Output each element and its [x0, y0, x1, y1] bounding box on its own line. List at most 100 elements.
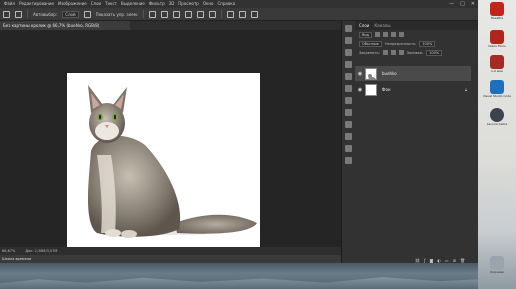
filter-pixel-icon[interactable]: [375, 32, 381, 37]
layer-mask-icon[interactable]: ◙: [430, 258, 434, 263]
menu-file[interactable]: Файл: [4, 0, 15, 8]
workspace: [0, 30, 341, 266]
desktop-icon[interactable]: Hexafire: [487, 2, 507, 30]
layers-panel: Слои Каналы Вид Обычные Непрозрачность: …: [355, 21, 478, 263]
adjustments-icon[interactable]: [345, 49, 352, 56]
desktop-icon[interactable]: Visual Studio Code: [483, 80, 511, 108]
desktop-icons-column: Hexafire Oledo Films 1-0 мин Visual Stud…: [478, 0, 516, 289]
character-icon[interactable]: [345, 85, 352, 92]
desktop-icon[interactable]: Lacuna Aloha: [487, 108, 507, 136]
options-bar: Автовыбор: Слой Показать упр. элем.: [0, 8, 478, 21]
opacity-label: Непрозрачность:: [384, 41, 417, 46]
layer-row[interactable]: ◉ buehko: [355, 66, 471, 81]
lock-pixels-icon[interactable]: [382, 50, 388, 55]
lock-label: Закрепить:: [359, 50, 380, 55]
menu-edit[interactable]: Редактирование: [19, 0, 54, 8]
status-bar: 66,67% Док: 2,36M/3,07M: [0, 247, 341, 255]
autoselect-dropdown[interactable]: Слой: [62, 10, 79, 18]
kind-filter-dropdown[interactable]: Вид: [359, 31, 373, 38]
transform-checkbox[interactable]: [83, 10, 91, 18]
properties-icon[interactable]: [345, 37, 352, 44]
blend-mode-dropdown[interactable]: Обычные: [359, 40, 382, 47]
timeline-panel-tab[interactable]: Шкала времени: [0, 255, 341, 263]
lock-all-icon[interactable]: [398, 50, 404, 55]
vscode-icon: [490, 80, 504, 94]
menu-window[interactable]: Окно: [203, 0, 214, 8]
close-button[interactable]: ✕: [471, 0, 475, 8]
layer-row[interactable]: ◉ Фон 🔒︎: [355, 82, 471, 97]
navigator-icon[interactable]: [345, 145, 352, 152]
tab-channels[interactable]: Каналы: [374, 23, 390, 28]
fill-label: Заливка:: [406, 50, 424, 55]
layer-name: Фон: [382, 87, 391, 92]
minimize-button[interactable]: —: [449, 0, 454, 8]
menu-layer[interactable]: Слои: [91, 0, 101, 8]
paths-icon[interactable]: [345, 157, 352, 164]
fill-field[interactable]: 100%: [426, 49, 443, 56]
desktop-icon-label: Lacuna Aloha: [486, 122, 508, 126]
3d-mode-icon[interactable]: [227, 10, 235, 18]
filter-adjustment-icon[interactable]: [383, 32, 389, 37]
info-icon[interactable]: [345, 133, 352, 140]
zoom-level[interactable]: 66,67%: [2, 249, 15, 253]
menu-3d[interactable]: 3D: [169, 0, 175, 8]
group-icon[interactable]: ▭: [445, 258, 449, 263]
align-top-icon[interactable]: [185, 10, 193, 18]
visibility-eye-icon[interactable]: ◉: [355, 71, 365, 77]
align-middle-icon[interactable]: [197, 10, 205, 18]
history-icon[interactable]: [345, 25, 352, 32]
menu-view[interactable]: Просмотр: [178, 0, 199, 8]
align-bottom-icon[interactable]: [209, 10, 217, 18]
desktop-wallpaper: [0, 263, 478, 289]
window-controls: — □ ✕: [449, 0, 475, 8]
tab-layers[interactable]: Слои: [359, 23, 369, 28]
opacity-field[interactable]: 100%: [419, 40, 436, 47]
visibility-eye-icon[interactable]: ◉: [355, 87, 365, 93]
menu-bar: Файл Редактирование Изображение Слои Тек…: [0, 0, 478, 8]
orbit-icon[interactable]: [239, 10, 247, 18]
link-layers-icon[interactable]: ⛓: [415, 258, 420, 263]
libraries-icon[interactable]: [345, 121, 352, 128]
filter-row: Вид: [355, 30, 478, 39]
align-right-icon[interactable]: [173, 10, 181, 18]
document-canvas[interactable]: [67, 73, 260, 266]
brush-settings-icon[interactable]: [345, 73, 352, 80]
layer-style-icon[interactable]: ƒ: [424, 258, 425, 263]
tool-preset-icon[interactable]: [15, 10, 22, 18]
app-icon: [490, 108, 504, 122]
lock-icon[interactable]: 🔒︎: [465, 87, 467, 92]
swatches-icon[interactable]: [345, 61, 352, 68]
align-left-icon[interactable]: [149, 10, 157, 18]
desktop-icon[interactable]: 1-0 мин: [487, 55, 507, 83]
new-layer-icon[interactable]: ⊞: [453, 258, 456, 263]
cat-thumbnail-icon: [366, 71, 376, 79]
menu-help[interactable]: Справка: [217, 0, 235, 8]
desktop-icon-label: Oledo Films: [488, 44, 506, 48]
move-tool-icon[interactable]: [3, 10, 10, 18]
document-info[interactable]: Док: 2,36M/3,07M: [25, 249, 57, 253]
filter-type-icon[interactable]: [391, 32, 397, 37]
actions-icon[interactable]: [345, 109, 352, 116]
autoselect-label[interactable]: Автовыбор:: [33, 12, 57, 17]
adjustment-layer-icon[interactable]: ◐: [437, 258, 441, 263]
menu-filter[interactable]: Фильтр: [149, 0, 165, 8]
desktop-icon-label: Visual Studio Code: [482, 94, 512, 98]
delete-layer-icon[interactable]: 🗑︎: [460, 258, 465, 263]
filter-shape-icon[interactable]: [399, 32, 405, 37]
layers-panel-footer: ⛓ ƒ ◙ ◐ ▭ ⊞ 🗑︎: [415, 258, 465, 263]
oledo-films-icon: [490, 30, 504, 44]
lock-position-icon[interactable]: [390, 50, 396, 55]
desktop-icon[interactable]: Корзина: [487, 256, 507, 284]
menu-image[interactable]: Изображение: [58, 0, 87, 8]
menu-select[interactable]: Выделение: [121, 0, 145, 8]
maximize-button[interactable]: □: [460, 0, 465, 8]
paragraph-icon[interactable]: [345, 97, 352, 104]
menu-type[interactable]: Текст: [105, 0, 117, 8]
photoshop-window: Файл Редактирование Изображение Слои Тек…: [0, 0, 478, 289]
document-tab[interactable]: Без картины кролик @ 66,7% (buehko, RGB/…: [0, 21, 130, 30]
divider: [221, 10, 223, 18]
align-center-icon[interactable]: [161, 10, 169, 18]
pan-icon[interactable]: [251, 10, 259, 18]
desktop-icon[interactable]: Oledo Films: [487, 30, 507, 58]
video-icon: [490, 55, 504, 69]
